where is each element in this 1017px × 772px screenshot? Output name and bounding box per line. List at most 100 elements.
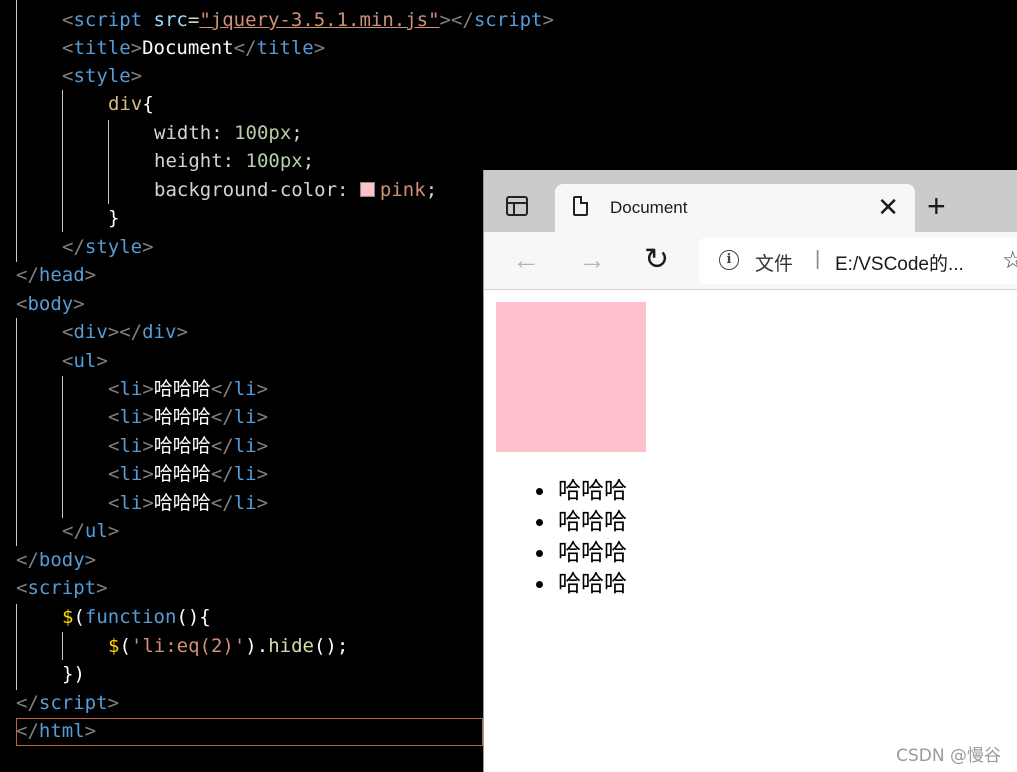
close-icon[interactable]: ✕ (877, 192, 899, 222)
tab-bar: Document ✕ + (483, 170, 1017, 232)
code-token: li (119, 406, 143, 428)
code-token: "jquery-3.5.1.min.js" (199, 9, 440, 31)
code-token: < (62, 65, 74, 87)
code-token: 'li:eq(2)' (130, 635, 246, 657)
code-token: }) (62, 663, 85, 685)
code-token: li (119, 492, 143, 514)
code-token: 100px (234, 122, 292, 144)
code-token: li (233, 435, 257, 457)
code-line: }) (62, 660, 85, 688)
code-token: li (119, 435, 143, 457)
code-line: <body> (16, 290, 85, 318)
code-token: > (256, 492, 269, 514)
code-line: <li>哈哈哈</li> (108, 460, 268, 488)
code-token: < (108, 378, 120, 400)
code-token: > (130, 65, 143, 87)
code-line: height: 100px; (154, 147, 314, 175)
code-token: ; (425, 179, 438, 201)
code-token: </ (16, 264, 39, 286)
address-scheme-label: 文件 (755, 254, 794, 275)
indent-guide (62, 632, 63, 660)
code-token: < (108, 406, 120, 428)
code-token: > (107, 520, 120, 542)
code-line: <title>Document</title> (62, 34, 325, 62)
code-token: ul (73, 350, 97, 372)
code-token: li (119, 463, 143, 485)
code-line: <li>哈哈哈</li> (108, 403, 268, 431)
code-token: : (337, 179, 360, 201)
current-line-highlight (16, 718, 483, 746)
page-icon (573, 196, 588, 216)
code-token: div (108, 93, 143, 115)
code-line: $('li:eq(2)').hide(); (108, 632, 348, 660)
code-line: <li>哈哈哈</li> (108, 375, 268, 403)
back-icon[interactable]: ← (512, 242, 540, 278)
code-token: ( (119, 635, 131, 657)
code-token: > (84, 264, 97, 286)
indent-guide (108, 120, 109, 204)
code-token: width (154, 122, 212, 144)
code-token: script (38, 692, 108, 714)
code-token: function (84, 606, 177, 628)
code-token: ; (302, 150, 315, 172)
code-token: > (313, 37, 326, 59)
code-token: height (154, 150, 223, 172)
code-line: <script src="jquery-3.5.1.min.js"></scri… (62, 6, 554, 34)
code-line: </style> (62, 233, 154, 261)
code-line: div{ (108, 90, 154, 118)
code-token: > (142, 236, 154, 258)
code-token: = (187, 9, 200, 31)
browser-toolbar: ← → ↻ i 文件 | E:/VSCode的... ☆ (483, 232, 1017, 290)
code-token: div (142, 321, 177, 343)
list-item: 哈哈哈 (556, 476, 627, 507)
code-token: </ (233, 37, 257, 59)
tab-document[interactable]: Document ✕ (555, 184, 915, 232)
code-token: > (96, 577, 108, 599)
reload-icon[interactable]: ↻ (644, 242, 669, 278)
address-bar[interactable]: i 文件 | E:/VSCode的... ☆ (699, 238, 1017, 284)
code-token: > (107, 692, 119, 714)
code-token: script (27, 577, 97, 599)
code-token: body (27, 293, 74, 315)
tab-actions-icon[interactable] (506, 196, 528, 216)
code-token: $ (108, 635, 120, 657)
code-token: 100px (245, 150, 303, 172)
code-line: background-color: pink; (154, 176, 437, 204)
list-item: 哈哈哈 (556, 569, 627, 600)
code-token: < (108, 435, 120, 457)
code-line: <li>哈哈哈</li> (108, 489, 268, 517)
info-icon[interactable]: i (719, 250, 739, 270)
address-url[interactable]: E:/VSCode的... (835, 249, 964, 276)
browser-window: Document ✕ + ← → ↻ i 文件 | E:/VSCode的... … (483, 170, 1017, 772)
list-item: 哈哈哈 (556, 538, 627, 569)
code-token: : (222, 150, 246, 172)
code-token: > (142, 435, 154, 457)
code-token: > (84, 549, 97, 571)
code-token: < (62, 9, 74, 31)
code-token: li (233, 378, 257, 400)
code-token: title (73, 37, 131, 59)
code-token: > (142, 492, 154, 514)
code-token: </ (210, 492, 234, 514)
code-token: 哈哈哈 (153, 378, 211, 400)
forward-icon[interactable]: → (578, 242, 606, 278)
code-line: </head> (16, 261, 96, 289)
favorite-icon[interactable]: ☆ (1002, 246, 1017, 275)
code-token: pink (379, 179, 426, 201)
code-token: li (233, 463, 257, 485)
code-token: > (176, 321, 188, 343)
new-tab-icon[interactable]: + (927, 188, 946, 224)
watermark: CSDN @慢谷 (896, 746, 1001, 766)
code-token: > (542, 9, 554, 31)
indent-guide (62, 376, 63, 518)
code-token: > (73, 293, 85, 315)
code-token: li (233, 406, 257, 428)
code-token: < (16, 577, 28, 599)
indent-guide (62, 90, 63, 232)
code-token: < (16, 293, 28, 315)
code-token: > (130, 37, 143, 59)
code-token: body (38, 549, 85, 571)
pink-div (496, 302, 646, 452)
code-token: li (233, 492, 257, 514)
tab-title: Document (610, 198, 688, 217)
